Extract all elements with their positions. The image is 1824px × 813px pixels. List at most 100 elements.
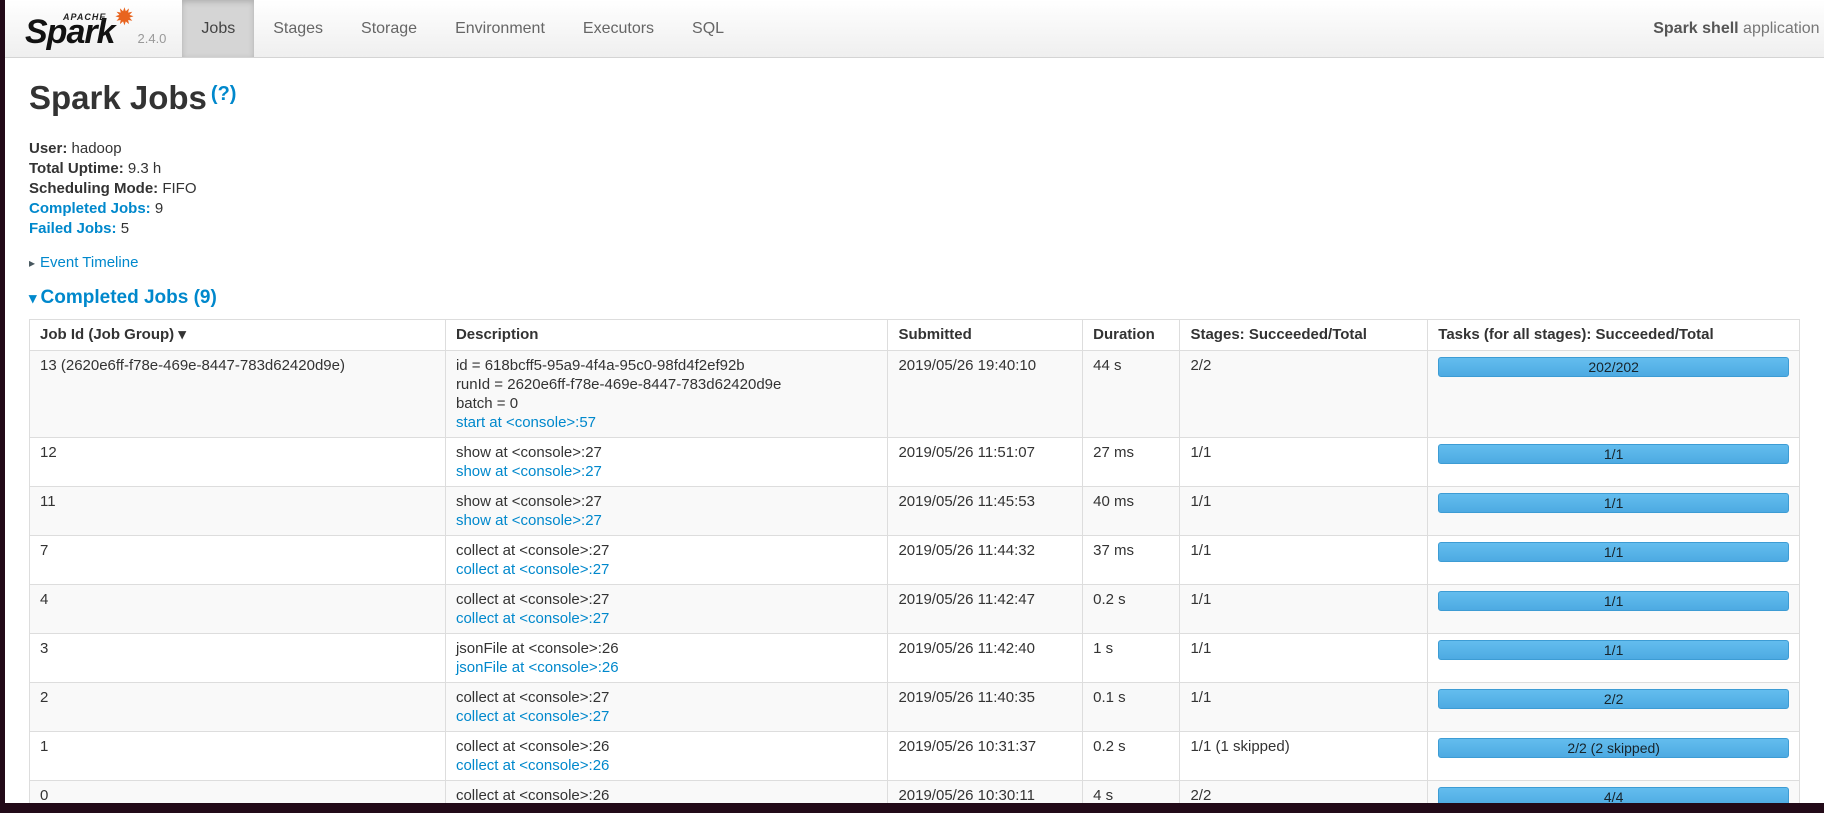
description-text: jsonFile at <console>:26 [455,640,619,657]
tasks-cell: 2/2 [1427,682,1800,732]
completed-jobs-section-label: Completed Jobs (9) [40,287,217,308]
completed-jobs-count: 9 [154,200,164,217]
job-detail-link[interactable]: collect at <console>:26 [456,757,609,774]
description-text: show at <console>:27 [455,493,602,510]
job-detail-link[interactable]: show at <console>:27 [456,463,602,480]
job-detail-link[interactable]: collect at <console>:27 [456,708,609,725]
header-job-id[interactable]: Job Id (Job Group) ▾ [29,319,446,351]
table-row: 7 collect at <console>:27 collect at <cons… [29,535,1800,585]
job-id-cell: 0 [29,780,446,803]
completed-jobs-link[interactable]: Completed Jobs: [29,200,151,217]
task-progress-bar: 202/202 [1438,357,1789,377]
duration-cell: 0.2 s [1082,584,1181,634]
job-description-cell: collect at <console>:26collect at <conso… [444,731,889,781]
submitted-cell: 2019/05/26 10:31:37 [887,731,1084,781]
failed-jobs-link[interactable]: Failed Jobs: [29,220,117,237]
uptime-label: Total Uptime: [29,160,124,177]
submitted-cell: 2019/05/26 11:40:35 [887,682,1084,732]
tasks-cell: 1/1 [1427,437,1800,487]
stages-cell: 1/1 [1179,437,1429,487]
job-id-cell: 2 [29,682,446,732]
collapse-arrow-icon: ▾ [29,290,37,307]
description-text: runId = 2620e6ff-f78e-469e-8447-783d6242… [455,376,782,393]
description-text: collect at <console>:26 [455,787,610,803]
job-description-cell: show at <console>:27 show at <console>:27 [444,486,889,536]
job-detail-link[interactable]: show at <console>:27 [456,512,602,529]
spark-logo[interactable]: APACHE Spark ✹ 2.4.0 [5,0,182,57]
duration-cell: 0.2 s [1082,731,1181,781]
table-row: 0collect at <console>:26collect at <cons… [29,780,1800,803]
tab-storage[interactable]: Storage [342,0,436,57]
app-name: Spark shell [1653,19,1739,37]
submitted-cell: 2019/05/26 19:40:10 [887,350,1084,438]
summary-list: User: hadoop Total Uptime: 9.3 h Schedul… [29,139,1800,239]
app-title: Spark shell application UI [1653,20,1824,38]
job-description-cell: jsonFile at <console>:26 jsonFile at <con… [444,633,889,683]
event-timeline-link[interactable]: Event Timeline [40,254,138,271]
job-detail-link[interactable]: collect at <console>:27 [456,610,609,627]
tab-sql[interactable]: SQL [673,0,743,57]
task-progress-bar: 2/2 (2 skipped) [1438,738,1789,758]
header-stages[interactable]: Stages: Succeeded/Total [1179,319,1429,351]
nav-tabs: Jobs Stages Storage Environment Executor… [182,0,743,57]
job-id-cell: 13 (2620e6ff-f78e-469e-8447-783d62420d9e… [29,350,446,438]
help-link[interactable]: (?) [211,83,237,105]
summary-scheduling-mode: Scheduling Mode: FIFO [29,179,1800,199]
submitted-cell: 2019/05/26 11:51:07 [887,437,1084,487]
summary-failed-jobs: Failed Jobs: 5 [29,219,1800,239]
task-progress-bar: 1/1 [1438,591,1789,611]
submitted-cell: 2019/05/26 11:42:40 [887,633,1084,683]
stages-cell: 1/1 [1179,535,1429,585]
duration-cell: 1 s [1082,633,1181,683]
tab-environment[interactable]: Environment [436,0,564,57]
spark-version: 2.4.0 [137,31,167,46]
job-id-cell: 3 [29,633,446,683]
job-detail-link[interactable]: jsonFile at <console>:26 [456,659,619,676]
description-text: show at <console>:27 [455,444,602,461]
uptime-value: 9.3 h [127,160,162,177]
app-title-suffix: application UI [1743,19,1824,37]
job-detail-link[interactable]: collect at <console>:27 [456,561,609,578]
job-id-cell: 11 [29,486,446,536]
tasks-cell: 202/202 [1427,350,1800,438]
header-submitted[interactable]: Submitted [887,319,1084,351]
tab-jobs[interactable]: Jobs [182,0,255,57]
navbar: APACHE Spark ✹ 2.4.0 Jobs Stages Storage E… [5,0,1824,58]
job-description-cell: id = 618bcff5-95a9-4f4a-95c0-98fd4f2ef92… [444,350,889,438]
duration-cell: 37 ms [1082,535,1181,585]
stages-cell: 1/1 [1179,584,1429,634]
job-detail-link[interactable]: start at <console>:57 [456,414,596,431]
browser-page: APACHE Spark ✹ 2.4.0 Jobs Stages Storage E… [5,0,1824,803]
submitted-cell: 2019/05/26 11:45:53 [887,486,1084,536]
task-progress-bar: 1/1 [1438,640,1789,660]
tasks-cell: 4/4 [1427,780,1800,803]
task-progress-bar: 4/4 [1438,787,1789,803]
tasks-cell: 1/1 [1427,486,1800,536]
duration-cell: 40 ms [1082,486,1181,536]
summary-user: User: hadoop [29,139,1800,159]
job-description-cell: collect at <console>:27 collect at <conso… [444,535,889,585]
scheduling-mode-value: FIFO [162,180,197,197]
completed-jobs-section-header[interactable]: ▾ Completed Jobs (9) [29,287,1800,310]
header-tasks[interactable]: Tasks (for all stages): Succeeded/Total [1427,319,1800,351]
main-content: Spark Jobs (?) User: hadoop Total Uptime:… [5,78,1824,803]
tab-executors[interactable]: Executors [564,0,673,57]
summary-uptime: Total Uptime: 9.3 h [29,159,1800,179]
duration-cell: 0.1 s [1082,682,1181,732]
scheduling-mode-label: Scheduling Mode: [29,180,159,197]
header-duration[interactable]: Duration [1082,319,1181,351]
table-row: 3 jsonFile at <console>:26 jsonFile at <co… [29,633,1800,683]
table-row: 2 collect at <console>:27 collect at <cons… [29,682,1800,732]
table-row: 4 collect at <console>:27 collect at <cons… [29,584,1800,634]
header-description[interactable]: Description [444,319,889,351]
submitted-cell: 2019/05/26 11:42:47 [887,584,1084,634]
stages-cell: 1/1 [1179,486,1429,536]
page-title: Spark Jobs (?) [29,79,237,116]
table-row: 1 collect at <console>:26 collect at <cons… [29,731,1800,781]
event-timeline-toggle[interactable]: ▸ Event Timeline [29,253,1800,273]
job-description-cell: collect at <console>:26collect at <conso… [444,780,889,803]
tab-stages[interactable]: Stages [254,0,342,57]
job-id-cell: 4 [29,584,446,634]
summary-completed-jobs: Completed Jobs: 9 [29,199,1800,219]
user-value: hadoop [71,140,122,157]
